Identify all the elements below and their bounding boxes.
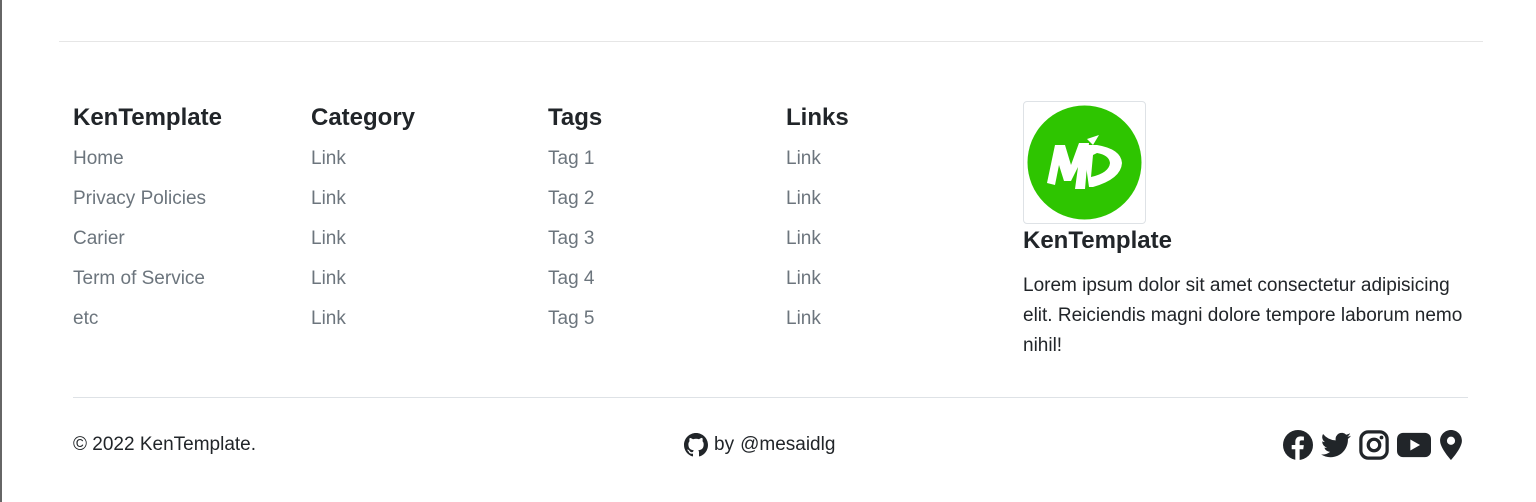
footer-bottom-bar: © 2022 KenTemplate. by @mesaidlg xyxy=(73,427,1468,463)
links-link[interactable]: Link xyxy=(786,148,821,169)
credit-prefix: by xyxy=(714,434,735,455)
list-item: Link xyxy=(311,300,531,340)
tag-link[interactable]: Tag 3 xyxy=(548,228,594,249)
footer-column-category: Category Link Link Link Link Link xyxy=(311,101,531,340)
credit-handle-link[interactable]: @mesaidlg xyxy=(740,427,835,463)
footer-link-list: Link Link Link Link Link xyxy=(786,140,1006,340)
footer-column-tags: Tags Tag 1 Tag 2 Tag 3 Tag 4 Tag 5 xyxy=(548,101,768,340)
list-item: Tag 1 xyxy=(548,140,768,180)
list-item: Term of Service xyxy=(73,260,293,300)
list-item: Tag 2 xyxy=(548,180,768,220)
links-link[interactable]: Link xyxy=(786,188,821,209)
instagram-link[interactable] xyxy=(1359,430,1389,460)
list-item: etc xyxy=(73,300,293,340)
category-link[interactable]: Link xyxy=(311,148,346,169)
md-logo-icon xyxy=(1027,105,1142,220)
footer-link-list: Link Link Link Link Link xyxy=(311,140,531,340)
youtube-icon xyxy=(1397,432,1431,458)
list-item: Link xyxy=(786,220,1006,260)
tag-link[interactable]: Tag 5 xyxy=(548,308,594,329)
list-item: Tag 4 xyxy=(548,260,768,300)
column-title: Tags xyxy=(548,104,603,131)
list-item: Link xyxy=(311,220,531,260)
footer-link-term-of-service[interactable]: Term of Service xyxy=(73,268,205,289)
brand-logo xyxy=(1023,101,1146,224)
brand-description: Lorem ipsum dolor sit amet consectetur a… xyxy=(1023,275,1463,356)
facebook-link[interactable] xyxy=(1283,430,1313,460)
list-item: Link xyxy=(786,140,1006,180)
footer-columns: KenTemplate Home Privacy Policies Carier… xyxy=(73,101,1468,381)
footer-link-carier[interactable]: Carier xyxy=(73,228,125,249)
social-links xyxy=(1283,427,1463,463)
column-title: Links xyxy=(786,104,849,131)
tag-link[interactable]: Tag 4 xyxy=(548,268,594,289)
links-link[interactable]: Link xyxy=(786,228,821,249)
list-item: Carier xyxy=(73,220,293,260)
list-item: Home xyxy=(73,140,293,180)
footer-link-etc[interactable]: etc xyxy=(73,308,98,329)
footer-column-kentemplate: KenTemplate Home Privacy Policies Carier… xyxy=(73,101,293,340)
footer-link-list: Home Privacy Policies Carier Term of Ser… xyxy=(73,140,293,340)
list-item: Link xyxy=(786,300,1006,340)
list-item: Link xyxy=(786,180,1006,220)
list-item: Link xyxy=(786,260,1006,300)
tag-link[interactable]: Tag 1 xyxy=(548,148,594,169)
instagram-icon xyxy=(1359,430,1389,460)
footer-column-links: Links Link Link Link Link Link xyxy=(786,101,1006,340)
category-link[interactable]: Link xyxy=(311,188,346,209)
column-title: KenTemplate xyxy=(73,104,222,131)
map-pin-icon xyxy=(1440,430,1462,460)
brand-title: KenTemplate xyxy=(1023,227,1172,254)
twitter-link[interactable] xyxy=(1321,430,1351,460)
twitter-icon xyxy=(1321,432,1351,458)
footer-link-list: Tag 1 Tag 2 Tag 3 Tag 4 Tag 5 xyxy=(548,140,768,340)
footer-link-home[interactable]: Home xyxy=(73,148,124,169)
list-item: Tag 3 xyxy=(548,220,768,260)
category-link[interactable]: Link xyxy=(311,268,346,289)
list-item: Privacy Policies xyxy=(73,180,293,220)
footer-link-privacy-policies[interactable]: Privacy Policies xyxy=(73,188,206,209)
list-item: Tag 5 xyxy=(548,300,768,340)
list-item: Link xyxy=(311,180,531,220)
list-item: Link xyxy=(311,140,531,180)
youtube-link[interactable] xyxy=(1397,430,1431,460)
window-left-edge xyxy=(0,0,2,502)
copyright-text: © 2022 KenTemplate. xyxy=(73,434,257,455)
category-link[interactable]: Link xyxy=(311,228,346,249)
list-item: Link xyxy=(311,260,531,300)
column-title: Category xyxy=(311,104,416,131)
github-icon xyxy=(684,433,708,457)
location-link[interactable] xyxy=(1439,430,1463,460)
category-link[interactable]: Link xyxy=(311,308,346,329)
links-link[interactable]: Link xyxy=(786,308,821,329)
author-credit: by @mesaidlg xyxy=(684,427,835,463)
top-divider xyxy=(59,41,1483,42)
bottom-divider xyxy=(73,397,1468,398)
tag-link[interactable]: Tag 2 xyxy=(548,188,594,209)
footer-brand: KenTemplate Lorem ipsum dolor sit amet c… xyxy=(1023,101,1468,361)
github-link[interactable] xyxy=(684,433,708,457)
links-link[interactable]: Link xyxy=(786,268,821,289)
facebook-icon xyxy=(1283,430,1313,460)
